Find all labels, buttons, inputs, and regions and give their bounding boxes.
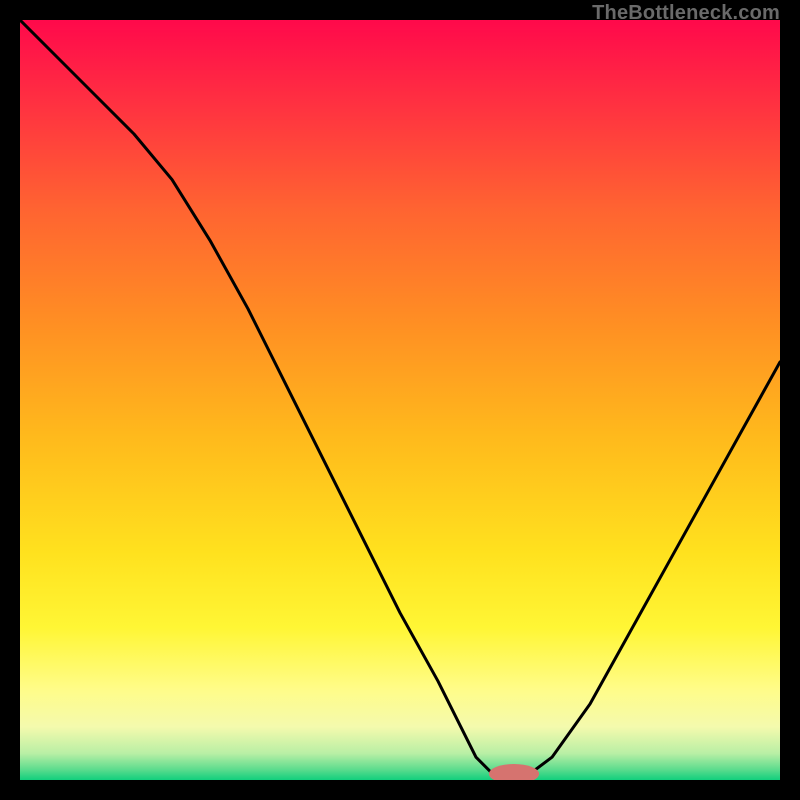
chart-svg [20,20,780,780]
chart-frame: TheBottleneck.com [0,0,800,800]
chart-plot-area [20,20,780,780]
watermark-label: TheBottleneck.com [592,2,780,25]
